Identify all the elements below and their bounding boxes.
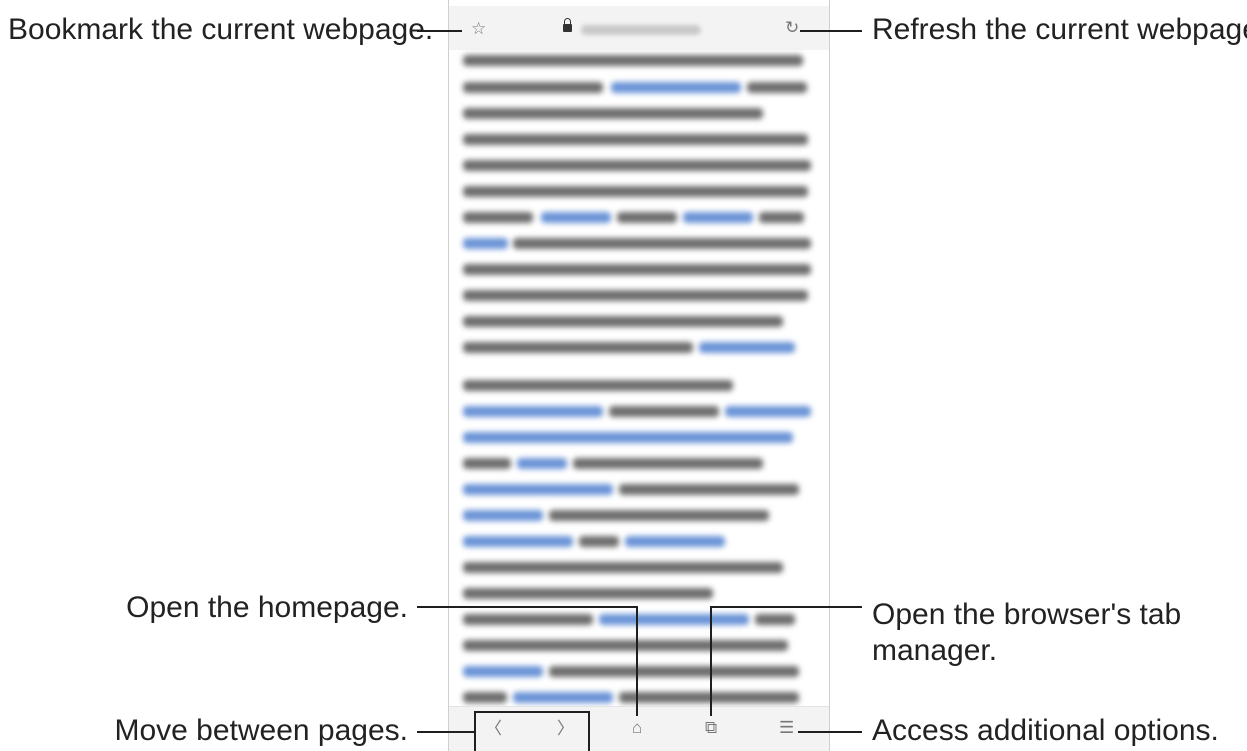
blurred-text-line <box>463 134 808 145</box>
back-forward-highlight-box <box>474 711 590 751</box>
callout-move-pages: Move between pages. <box>114 714 408 747</box>
leader-line-tab-manager-vertical <box>710 606 712 716</box>
callout-tab-manager-line1: Open the browser's tab <box>872 598 1182 631</box>
blurred-link-line <box>513 692 613 703</box>
blurred-text-line <box>463 342 693 353</box>
menu-icon[interactable]: ☰ <box>779 718 794 738</box>
refresh-icon[interactable]: ↻ <box>785 18 799 38</box>
url-field[interactable] <box>581 25 701 35</box>
callout-bookmark: Bookmark the current webpage. <box>8 13 434 46</box>
blurred-text-line <box>463 82 603 93</box>
blurred-link-line <box>463 484 613 495</box>
blurred-link-line <box>463 432 793 443</box>
blurred-link-line <box>683 212 753 223</box>
blurred-link-line <box>463 406 603 417</box>
blurred-text-line <box>579 536 619 547</box>
blurred-text-line <box>463 614 593 625</box>
blurred-text-line <box>759 212 804 223</box>
blurred-text-line <box>463 316 783 327</box>
leader-line-move-pages <box>417 731 474 733</box>
blurred-text-line <box>463 588 713 599</box>
blurred-text-line <box>549 510 769 521</box>
blurred-text-line <box>549 666 799 677</box>
callout-homepage: Open the homepage. <box>126 591 408 624</box>
blurred-link-line <box>463 536 573 547</box>
blurred-text-line <box>463 380 733 391</box>
leader-line-homepage-vertical <box>636 606 638 716</box>
blurred-text-line <box>463 562 783 573</box>
callout-tab-manager-line2: manager. <box>872 634 998 667</box>
callout-options: Access additional options. <box>872 714 1219 747</box>
blurred-text-line <box>573 458 763 469</box>
leader-line-homepage <box>417 606 637 608</box>
blurred-text-line <box>463 160 811 171</box>
blurred-text-line <box>463 212 533 223</box>
blurred-link-line <box>599 614 749 625</box>
phone-screen: ☆ ↻ 〈 〉 ⌂ ⧉ ☰ <box>448 0 830 751</box>
blurred-text-line <box>463 640 788 651</box>
lock-icon <box>563 18 572 32</box>
blurred-link-line <box>463 666 543 677</box>
blurred-text-line <box>463 108 763 119</box>
blurred-link-line <box>463 510 543 521</box>
callout-refresh: Refresh the current webpage. <box>872 13 1247 46</box>
home-icon[interactable]: ⌂ <box>632 718 642 738</box>
leader-line-tab-manager <box>710 606 862 608</box>
blurred-text-line <box>619 692 799 703</box>
blurred-text-line <box>617 212 677 223</box>
leader-line-bookmark <box>417 30 462 32</box>
blurred-text-line <box>463 186 808 197</box>
tabs-icon[interactable]: ⧉ <box>705 718 717 738</box>
blurred-link-line <box>625 536 725 547</box>
blurred-link-line <box>725 406 811 417</box>
blurred-text-line <box>463 458 511 469</box>
blurred-link-line <box>699 342 795 353</box>
browser-address-bar: ☆ ↻ <box>449 6 829 50</box>
blurred-text-line <box>755 614 795 625</box>
blurred-text-line <box>463 290 808 301</box>
blurred-text-line <box>463 55 803 66</box>
blurred-text-line <box>513 238 811 249</box>
blurred-link-line <box>541 212 611 223</box>
blurred-text-line <box>747 82 807 93</box>
blurred-text-line <box>463 264 811 275</box>
leader-line-refresh <box>800 30 862 32</box>
blurred-link-line <box>517 458 567 469</box>
blurred-text-line <box>463 692 507 703</box>
bookmark-star-icon[interactable]: ☆ <box>471 19 486 39</box>
leader-line-options <box>798 731 862 733</box>
blurred-text-line <box>619 484 799 495</box>
blurred-link-line <box>611 82 741 93</box>
blurred-text-line <box>609 406 719 417</box>
blurred-link-line <box>463 238 508 249</box>
